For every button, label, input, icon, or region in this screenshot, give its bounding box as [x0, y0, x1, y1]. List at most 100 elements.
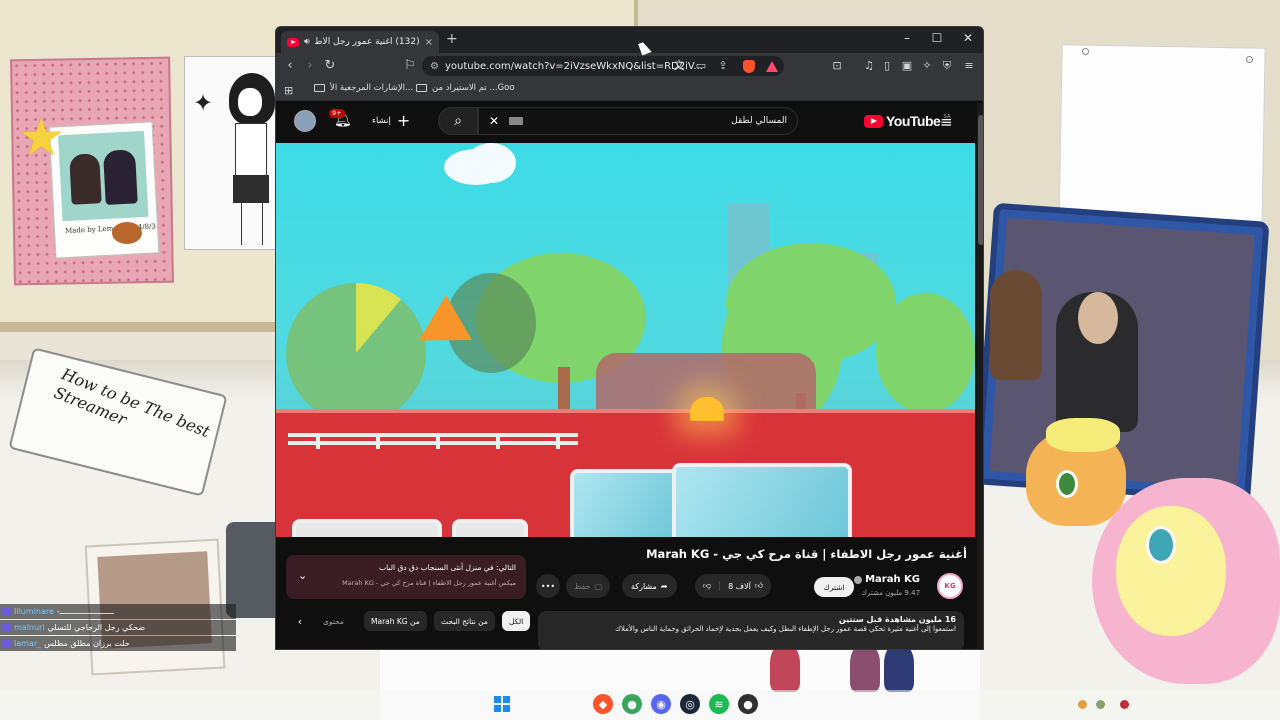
obs-taskbar-icon[interactable]: ●	[738, 694, 758, 714]
menu-icon[interactable]: ≡	[962, 59, 976, 73]
polaroid-caption: Made by Lemuli 2024/8/3	[64, 222, 157, 236]
bookmark-icon[interactable]: ⚐	[402, 58, 418, 73]
site-info-icon[interactable]: ⚙	[430, 61, 439, 72]
sidebar-icon[interactable]: ▯	[880, 59, 894, 73]
channel-name: Marah KG	[865, 574, 920, 585]
cast-icon[interactable]: ▭	[694, 59, 708, 73]
views-and-date: 16 مليون مشاهدة قبل سنتين	[838, 615, 956, 624]
close-window-button[interactable]: ✕	[958, 31, 978, 45]
search-input[interactable]: ✕ المسالي لطقل	[478, 107, 798, 135]
chip-content[interactable]: محتوى	[316, 611, 351, 631]
subscriber-count: 9.47 مليون مشترك	[861, 589, 920, 597]
share-button[interactable]: مشاركة ➦	[622, 574, 677, 598]
steam-taskbar-icon[interactable]: ◎	[680, 694, 700, 714]
search-button[interactable]: ⌕	[438, 107, 478, 135]
bookmark-folder-item[interactable]: الإشارات المرجعية الأ...	[314, 83, 413, 93]
ladder-rung	[376, 433, 380, 449]
description-box[interactable]: 16 مليون مشاهدة قبل سنتين استمعوا إلى أغ…	[538, 611, 964, 649]
back-button[interactable]: ‹	[282, 58, 298, 73]
youtube-header: 🔔︎ 9+ إنشاء + ⌕ ✕ المسالي لطقل YouTube S…	[276, 103, 976, 141]
minimize-button[interactable]: –	[897, 31, 917, 45]
forward-button[interactable]: ›	[302, 58, 318, 73]
apps-grid-icon[interactable]: ⊞	[284, 84, 293, 97]
save-playlist-icon: ▢	[594, 581, 603, 591]
channel-name-link[interactable]: Marah KG	[854, 574, 920, 585]
character-girl	[990, 270, 1042, 380]
youtube-logo[interactable]: YouTube SA	[864, 113, 951, 129]
tray-icon[interactable]	[1120, 700, 1129, 709]
ladder-rung	[496, 433, 500, 449]
discord-taskbar-icon[interactable]: ◉	[651, 694, 671, 714]
channel-avatar-text: KG	[944, 582, 956, 590]
translate-icon[interactable]: 文	[672, 59, 686, 73]
cookie-decoration	[112, 222, 142, 244]
chat-message: ضحكي رجل الرجاجي للتسلي	[47, 623, 146, 632]
chat-username: lamar_	[14, 639, 42, 648]
polaroid-picture	[58, 130, 149, 222]
chat-username: Illuminare	[14, 607, 54, 616]
chevron-down-icon[interactable]: ⌄	[298, 569, 307, 582]
close-tab-icon[interactable]: ×	[425, 37, 433, 48]
chrome-taskbar-icon[interactable]: ●	[622, 694, 642, 714]
chip-search-results[interactable]: من نتائج البحث	[434, 611, 495, 631]
keyboard-icon[interactable]	[509, 117, 524, 125]
leo-ai-icon[interactable]: ✧	[920, 59, 934, 73]
chibi-character	[884, 644, 914, 692]
hamburger-menu-icon[interactable]: ≡	[940, 113, 953, 131]
maximize-button[interactable]: ☐	[927, 31, 947, 45]
chevron-left-icon[interactable]: ‹	[290, 611, 310, 631]
playlist-name: ميكس أغنية عمور رجل الاطفاء | قناة مرح ك…	[342, 579, 516, 587]
chat-line: Illuminare -ـــــــــــــــــــــــ	[0, 604, 236, 619]
like-button[interactable]: 8 آلاف 👍︎	[719, 581, 771, 591]
clear-search-icon[interactable]: ✕	[489, 114, 499, 128]
search-icon: ⌕	[454, 113, 462, 129]
truck-panel	[292, 519, 442, 537]
browser-toolbar: ‹ › ↻ ⚐ ⚙ youtube.com/watch?v=2iVzseWkxN…	[276, 53, 983, 79]
tray-icon[interactable]	[1078, 700, 1087, 709]
pin-icon	[1082, 48, 1089, 55]
truck-ladder	[288, 433, 578, 445]
new-tab-button[interactable]: +	[446, 31, 458, 47]
account-avatar[interactable]	[294, 110, 316, 132]
save-button[interactable]: حفظ ▢	[566, 574, 611, 598]
vpn-icon[interactable]: ⛨	[940, 59, 954, 73]
tray-icon[interactable]	[1096, 700, 1105, 709]
ladder-rung	[316, 433, 320, 449]
media-icon[interactable]: ♫	[862, 59, 876, 73]
bookmark-folder-item[interactable]: تم الاستيراد من ...Goo	[416, 83, 515, 93]
brave-shields-icon[interactable]	[743, 60, 755, 73]
star-icon: ★	[18, 108, 65, 168]
cloud	[466, 143, 516, 183]
share-icon[interactable]: ⇪	[716, 59, 730, 73]
save-label: حفظ	[574, 581, 591, 591]
wallet-icon[interactable]: ▣	[900, 59, 914, 73]
scrollbar-thumb[interactable]	[978, 115, 983, 245]
create-label: إنشاء	[372, 116, 391, 126]
playlist-panel[interactable]: التالي: في منزل أنثى السنجاب دق دق الباب…	[286, 555, 526, 599]
notification-count-badge: 9+	[329, 109, 345, 118]
plus-icon: +	[396, 111, 411, 130]
chibi-character	[770, 644, 800, 692]
windows-start-icon[interactable]	[494, 696, 510, 712]
watch-metadata: أغنية عمور رجل الاطفاء | قناة مرح كي جي …	[276, 537, 975, 649]
verified-icon	[854, 575, 863, 584]
description-text: استمعوا إلى أغنية مثيرة تحكي قصة عمور رج…	[615, 625, 956, 633]
more-actions-button[interactable]: •••	[536, 574, 560, 598]
brave-rewards-icon[interactable]	[766, 61, 778, 72]
reload-button[interactable]: ↻	[322, 58, 338, 73]
speaker-icon[interactable]: 🔊︎	[304, 37, 310, 47]
screenshot-icon[interactable]: ⊡	[830, 59, 844, 73]
subscribe-button[interactable]: اشترك	[814, 577, 854, 597]
badge-icon	[2, 623, 11, 632]
create-button[interactable]: إنشاء +	[372, 110, 412, 132]
channel-avatar[interactable]: KG	[937, 573, 963, 599]
brave-taskbar-icon[interactable]: ◆	[593, 694, 613, 714]
chip-from-channel[interactable]: من Marah KG	[364, 611, 427, 631]
browser-tab[interactable]: 🔊︎ (132) أغنية عمور رجل الاطفاء | قناة ×	[281, 31, 439, 53]
chip-all[interactable]: الكل	[502, 611, 531, 631]
truck-window	[570, 469, 680, 537]
spotify-taskbar-icon[interactable]: ≋	[709, 694, 729, 714]
drawing-card: ✦	[184, 56, 284, 250]
video-player[interactable]	[276, 143, 975, 537]
dislike-button[interactable]: 👎︎	[695, 581, 719, 591]
